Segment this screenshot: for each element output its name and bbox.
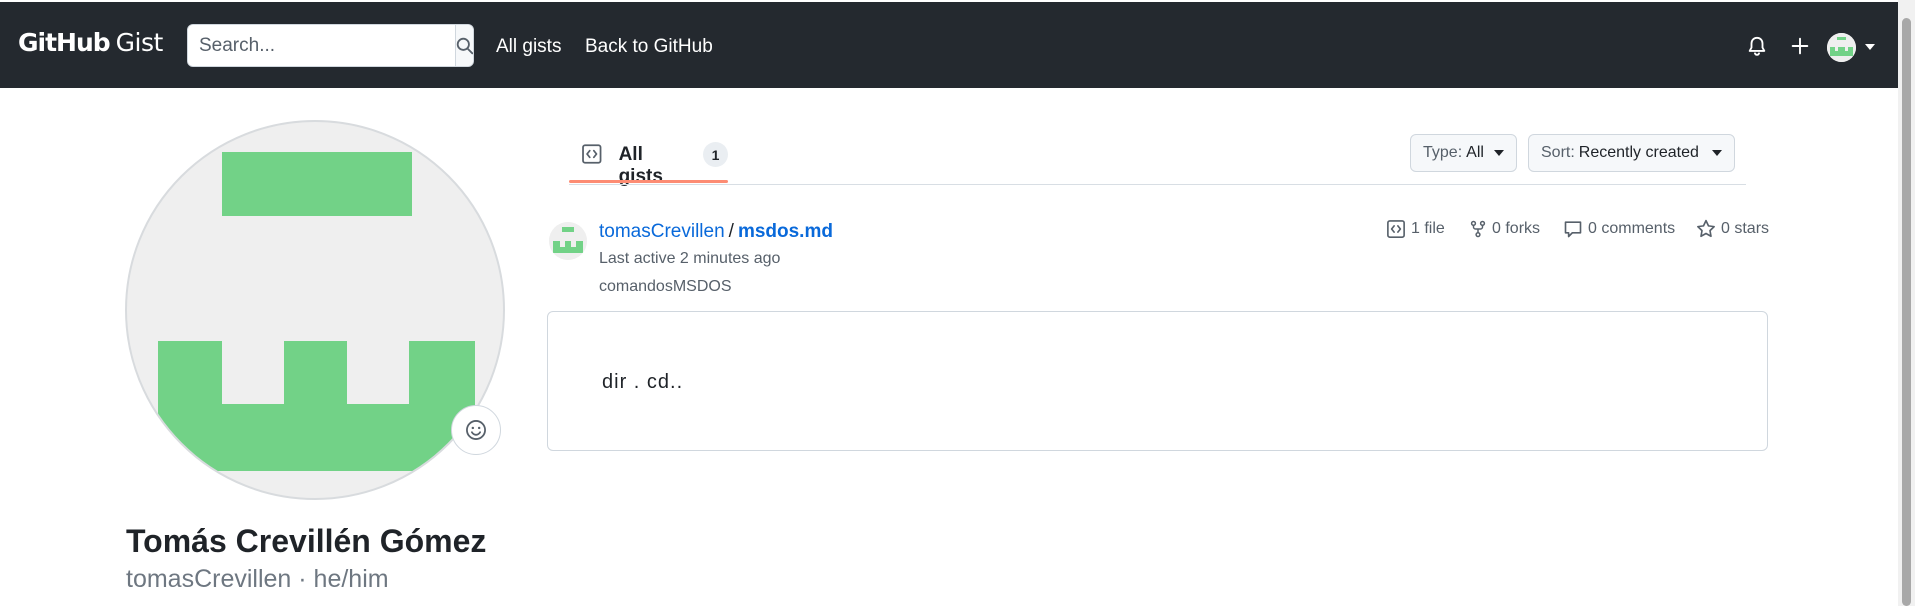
identicon-small xyxy=(549,222,587,260)
page: GitHub Gist All gists Back to GitHub xyxy=(0,0,1915,606)
caret-down-icon xyxy=(1865,44,1875,50)
profile-full-name: Tomás Crevillén Gómez xyxy=(126,523,487,559)
gist-files-count: 1 file xyxy=(1411,220,1445,237)
user-menu-caret[interactable] xyxy=(1864,43,1876,51)
gist-filename-link[interactable]: msdos.md xyxy=(738,221,833,242)
code-square-icon xyxy=(1387,220,1405,238)
identicon-large xyxy=(158,152,475,471)
gist-comments-count: 0 comments xyxy=(1588,220,1676,237)
type-filter-value: All xyxy=(1466,144,1484,161)
search-input[interactable] xyxy=(188,25,455,66)
gist-owner-avatar[interactable] xyxy=(549,222,587,260)
type-filter-dropdown[interactable]: Type: All xyxy=(1410,134,1517,172)
tab-all-gists-count: 1 xyxy=(703,142,728,167)
site-header: GitHub Gist All gists Back to GitHub xyxy=(0,2,1898,88)
identicon-small xyxy=(1827,33,1856,62)
star-icon xyxy=(1697,219,1715,238)
logo-github-text: GitHub xyxy=(18,28,111,57)
gist-forks-count: 0 forks xyxy=(1492,220,1541,237)
caret-down-icon xyxy=(1712,150,1722,156)
tabs-divider xyxy=(569,184,1746,185)
scrollbar-thumb[interactable] xyxy=(1902,18,1911,606)
nav-all-gists-link[interactable]: All gists xyxy=(496,36,561,58)
search-icon xyxy=(456,37,473,54)
sort-label: Sort: xyxy=(1541,144,1575,161)
sort-dropdown[interactable]: Sort: Recently created xyxy=(1528,134,1735,172)
nav-back-to-github-link[interactable]: Back to GitHub xyxy=(585,36,713,58)
smiley-icon xyxy=(466,420,486,440)
search-button[interactable] xyxy=(455,25,473,66)
notifications-button[interactable] xyxy=(1745,35,1769,59)
gist-preview-box[interactable]: dir . cd.. xyxy=(547,311,1768,451)
gist-last-active: Last active 2 minutes ago xyxy=(599,250,781,267)
github-gist-logo[interactable]: GitHub Gist xyxy=(18,28,163,57)
logo-gist-text: Gist xyxy=(115,28,164,57)
set-status-button[interactable] xyxy=(451,405,501,455)
code-square-icon xyxy=(582,144,602,164)
gist-preview-text: dir . cd.. xyxy=(602,371,684,393)
profile-avatar[interactable] xyxy=(125,120,505,500)
tab-selected-underline xyxy=(569,180,728,183)
fork-icon xyxy=(1470,220,1486,238)
gist-owner-link[interactable]: tomasCrevillen xyxy=(599,221,725,242)
sort-value: Recently created xyxy=(1578,144,1699,161)
gist-stars-link[interactable]: 0 stars xyxy=(1696,219,1769,239)
bell-icon xyxy=(1748,36,1766,56)
user-avatar[interactable] xyxy=(1827,33,1856,62)
gist-comments-link[interactable]: 0 comments xyxy=(1563,219,1675,239)
type-filter-label: Type: xyxy=(1423,144,1463,161)
new-gist-button[interactable] xyxy=(1789,35,1811,57)
gist-stars-count: 0 stars xyxy=(1721,220,1770,237)
gist-title: tomasCrevillen / msdos.md xyxy=(599,221,833,243)
gist-forks-link[interactable]: 0 forks xyxy=(1469,219,1540,239)
comment-icon xyxy=(1564,221,1582,238)
caret-down-icon xyxy=(1494,150,1504,156)
tab-all-gists[interactable]: All gists 1 xyxy=(569,136,728,187)
profile-username-pronouns: tomasCrevillen · he/him xyxy=(126,565,389,593)
gist-files-link[interactable]: 1 file xyxy=(1386,219,1445,239)
page-scrollbar[interactable] xyxy=(1898,0,1915,606)
plus-icon xyxy=(1791,37,1809,55)
gist-title-separator: / xyxy=(728,221,734,242)
search-box xyxy=(187,24,474,67)
gist-description: comandosMSDOS xyxy=(599,278,732,295)
